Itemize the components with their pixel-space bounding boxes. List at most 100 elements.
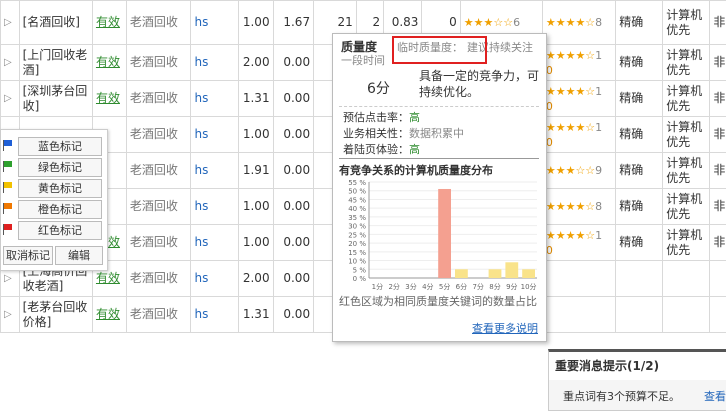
flag-button[interactable]: 红色标记 xyxy=(18,221,102,240)
row-expand-icon[interactable]: ▷ xyxy=(1,45,20,81)
device-priority-cell: 计算机优先 xyxy=(663,81,710,117)
chart-caption: 红色区域为相同质量度关键词的数量占比 xyxy=(339,295,539,309)
flag-icon xyxy=(3,203,12,214)
y-tick-label: 40 % xyxy=(348,205,366,213)
status-cell[interactable]: 有效 xyxy=(92,297,126,333)
plan-cell: 老酒回收 xyxy=(126,45,191,81)
device-priority-cell xyxy=(663,297,710,333)
status-cell[interactable]: 有效 xyxy=(92,45,126,81)
flag-button[interactable]: 蓝色标记 xyxy=(18,137,102,156)
device-priority-cell: 计算机优先 xyxy=(663,45,710,81)
status-cell[interactable]: 有效 xyxy=(92,1,126,45)
x-tick-label: 1分 xyxy=(372,282,383,291)
extra-cell: 非 xyxy=(710,117,726,153)
keyword-cell[interactable]: [名酒回收] xyxy=(19,1,92,45)
x-tick-label: 3分 xyxy=(405,282,416,291)
bid-cell[interactable]: 1.31 xyxy=(238,81,273,117)
bid-cell[interactable]: 1.91 xyxy=(238,153,273,189)
flag-menu: 蓝色标记绿色标记黄色标记橙色标记红色标记 取消标记 编辑 xyxy=(0,129,108,271)
x-tick-label: 5分 xyxy=(439,282,450,291)
notice-title: 重要消息提示(1/2) xyxy=(555,357,659,374)
quality-stars-cell-2[interactable]: ★★★★☆10 xyxy=(542,81,615,117)
flag-button[interactable]: 橙色标记 xyxy=(18,200,102,219)
flag-button[interactable]: 绿色标记 xyxy=(18,158,102,177)
star-score: 1 xyxy=(595,85,602,98)
quality-stars-cell-2[interactable] xyxy=(542,297,615,333)
bid-cell[interactable]: 2.00 xyxy=(238,261,273,297)
bid-cell[interactable]: 1.00 xyxy=(238,117,273,153)
x-tick-label: 4分 xyxy=(422,282,433,291)
row-expand-icon[interactable]: ▷ xyxy=(1,1,20,45)
cancel-flag-button[interactable]: 取消标记 xyxy=(3,246,53,265)
flag-item[interactable]: 红色标记 xyxy=(1,220,101,240)
device-priority-cell: 计算机优先 xyxy=(663,225,710,261)
notice-link[interactable]: 查看 xyxy=(704,388,726,404)
flag-item[interactable]: 橙色标记 xyxy=(1,199,101,219)
flag-item[interactable]: 黄色标记 xyxy=(1,178,101,198)
row-expand-icon[interactable]: ▷ xyxy=(1,297,20,333)
star-score: 8 xyxy=(595,16,602,29)
star-rating: ★★★★☆ xyxy=(546,16,595,29)
match-mode-cell: 精确 xyxy=(616,117,663,153)
quality-stars-cell-2[interactable]: ★★★★☆8 xyxy=(542,1,615,45)
device-priority-cell: 计算机优先 xyxy=(663,1,710,45)
keyword-cell[interactable]: [老茅台回收价格] xyxy=(19,297,92,333)
divider xyxy=(339,106,539,107)
status-cell[interactable]: 有效 xyxy=(92,81,126,117)
y-tick-label: 35 % xyxy=(348,214,366,222)
match-mode-cell: 精确 xyxy=(616,153,663,189)
star-rating: ★★★☆☆ xyxy=(546,164,595,177)
y-tick-label: 45 % xyxy=(348,196,366,204)
bid-cell[interactable]: 1.00 xyxy=(238,1,273,45)
more-info-link[interactable]: 查看更多说明 xyxy=(472,320,538,336)
x-tick-label: 9分 xyxy=(506,282,517,291)
edit-flag-button[interactable]: 编辑 xyxy=(55,246,103,265)
avg-cost-cell: 0.00 xyxy=(273,45,314,81)
avg-cost-cell: 0.00 xyxy=(273,225,314,261)
avg-cost-cell: 0.00 xyxy=(273,153,314,189)
star-score: 6 xyxy=(513,16,520,29)
unit-cell: hs xyxy=(191,225,238,261)
match-mode-cell: 精确 xyxy=(616,81,663,117)
flag-item[interactable]: 绿色标记 xyxy=(1,157,101,177)
bid-cell[interactable]: 2.00 xyxy=(238,45,273,81)
match-mode-cell xyxy=(616,261,663,297)
flag-item[interactable]: 蓝色标记 xyxy=(1,136,101,156)
extra-cell: 非 xyxy=(710,153,726,189)
y-tick-label: 0 % xyxy=(353,275,367,283)
flag-icon xyxy=(3,182,12,193)
match-mode-cell xyxy=(616,297,663,333)
bar xyxy=(455,269,468,278)
keyword-cell[interactable]: [上门回收老酒] xyxy=(19,45,92,81)
match-mode-cell: 精确 xyxy=(616,45,663,81)
star-score: 8 xyxy=(595,200,602,213)
chart-title: 有竞争关系的计算机质量度分布 xyxy=(339,162,493,178)
flag-button[interactable]: 黄色标记 xyxy=(18,179,102,198)
star-score: 1 xyxy=(595,121,602,134)
bid-cell[interactable]: 1.00 xyxy=(238,189,273,225)
row-expand-icon[interactable]: ▷ xyxy=(1,81,20,117)
quality-stars-cell-2[interactable]: ★★★★☆8 xyxy=(542,189,615,225)
quality-stars-cell-2[interactable]: ★★★★☆10 xyxy=(542,117,615,153)
bid-cell[interactable]: 1.00 xyxy=(238,225,273,261)
avg-cost-cell: 0.00 xyxy=(273,261,314,297)
bar xyxy=(522,269,535,278)
plan-cell: 老酒回收 xyxy=(126,225,191,261)
x-tick-label: 8分 xyxy=(489,282,500,291)
quality-stars-cell-2[interactable]: ★★★★☆10 xyxy=(542,45,615,81)
bid-cell[interactable]: 1.31 xyxy=(238,297,273,333)
device-priority-cell xyxy=(663,261,710,297)
plan-cell: 老酒回收 xyxy=(126,1,191,45)
match-mode-cell: 精确 xyxy=(616,225,663,261)
y-tick-label: 15 % xyxy=(348,249,366,257)
important-notice: 重要消息提示(1/2) 重点词有3个预算不足。 查看 xyxy=(548,349,726,411)
quality-stars-cell-2[interactable]: ★★★☆☆9 xyxy=(542,153,615,189)
unit-cell: hs xyxy=(191,117,238,153)
y-tick-label: 25 % xyxy=(348,231,366,239)
star-score: 1 xyxy=(595,229,602,242)
avg-cost-cell: 0.00 xyxy=(273,117,314,153)
quality-stars-cell-2[interactable] xyxy=(542,261,615,297)
quality-stars-cell-2[interactable]: ★★★★☆10 xyxy=(542,225,615,261)
avg-cost-cell: 1.67 xyxy=(273,1,314,45)
keyword-cell[interactable]: [深圳茅台回收] xyxy=(19,81,92,117)
